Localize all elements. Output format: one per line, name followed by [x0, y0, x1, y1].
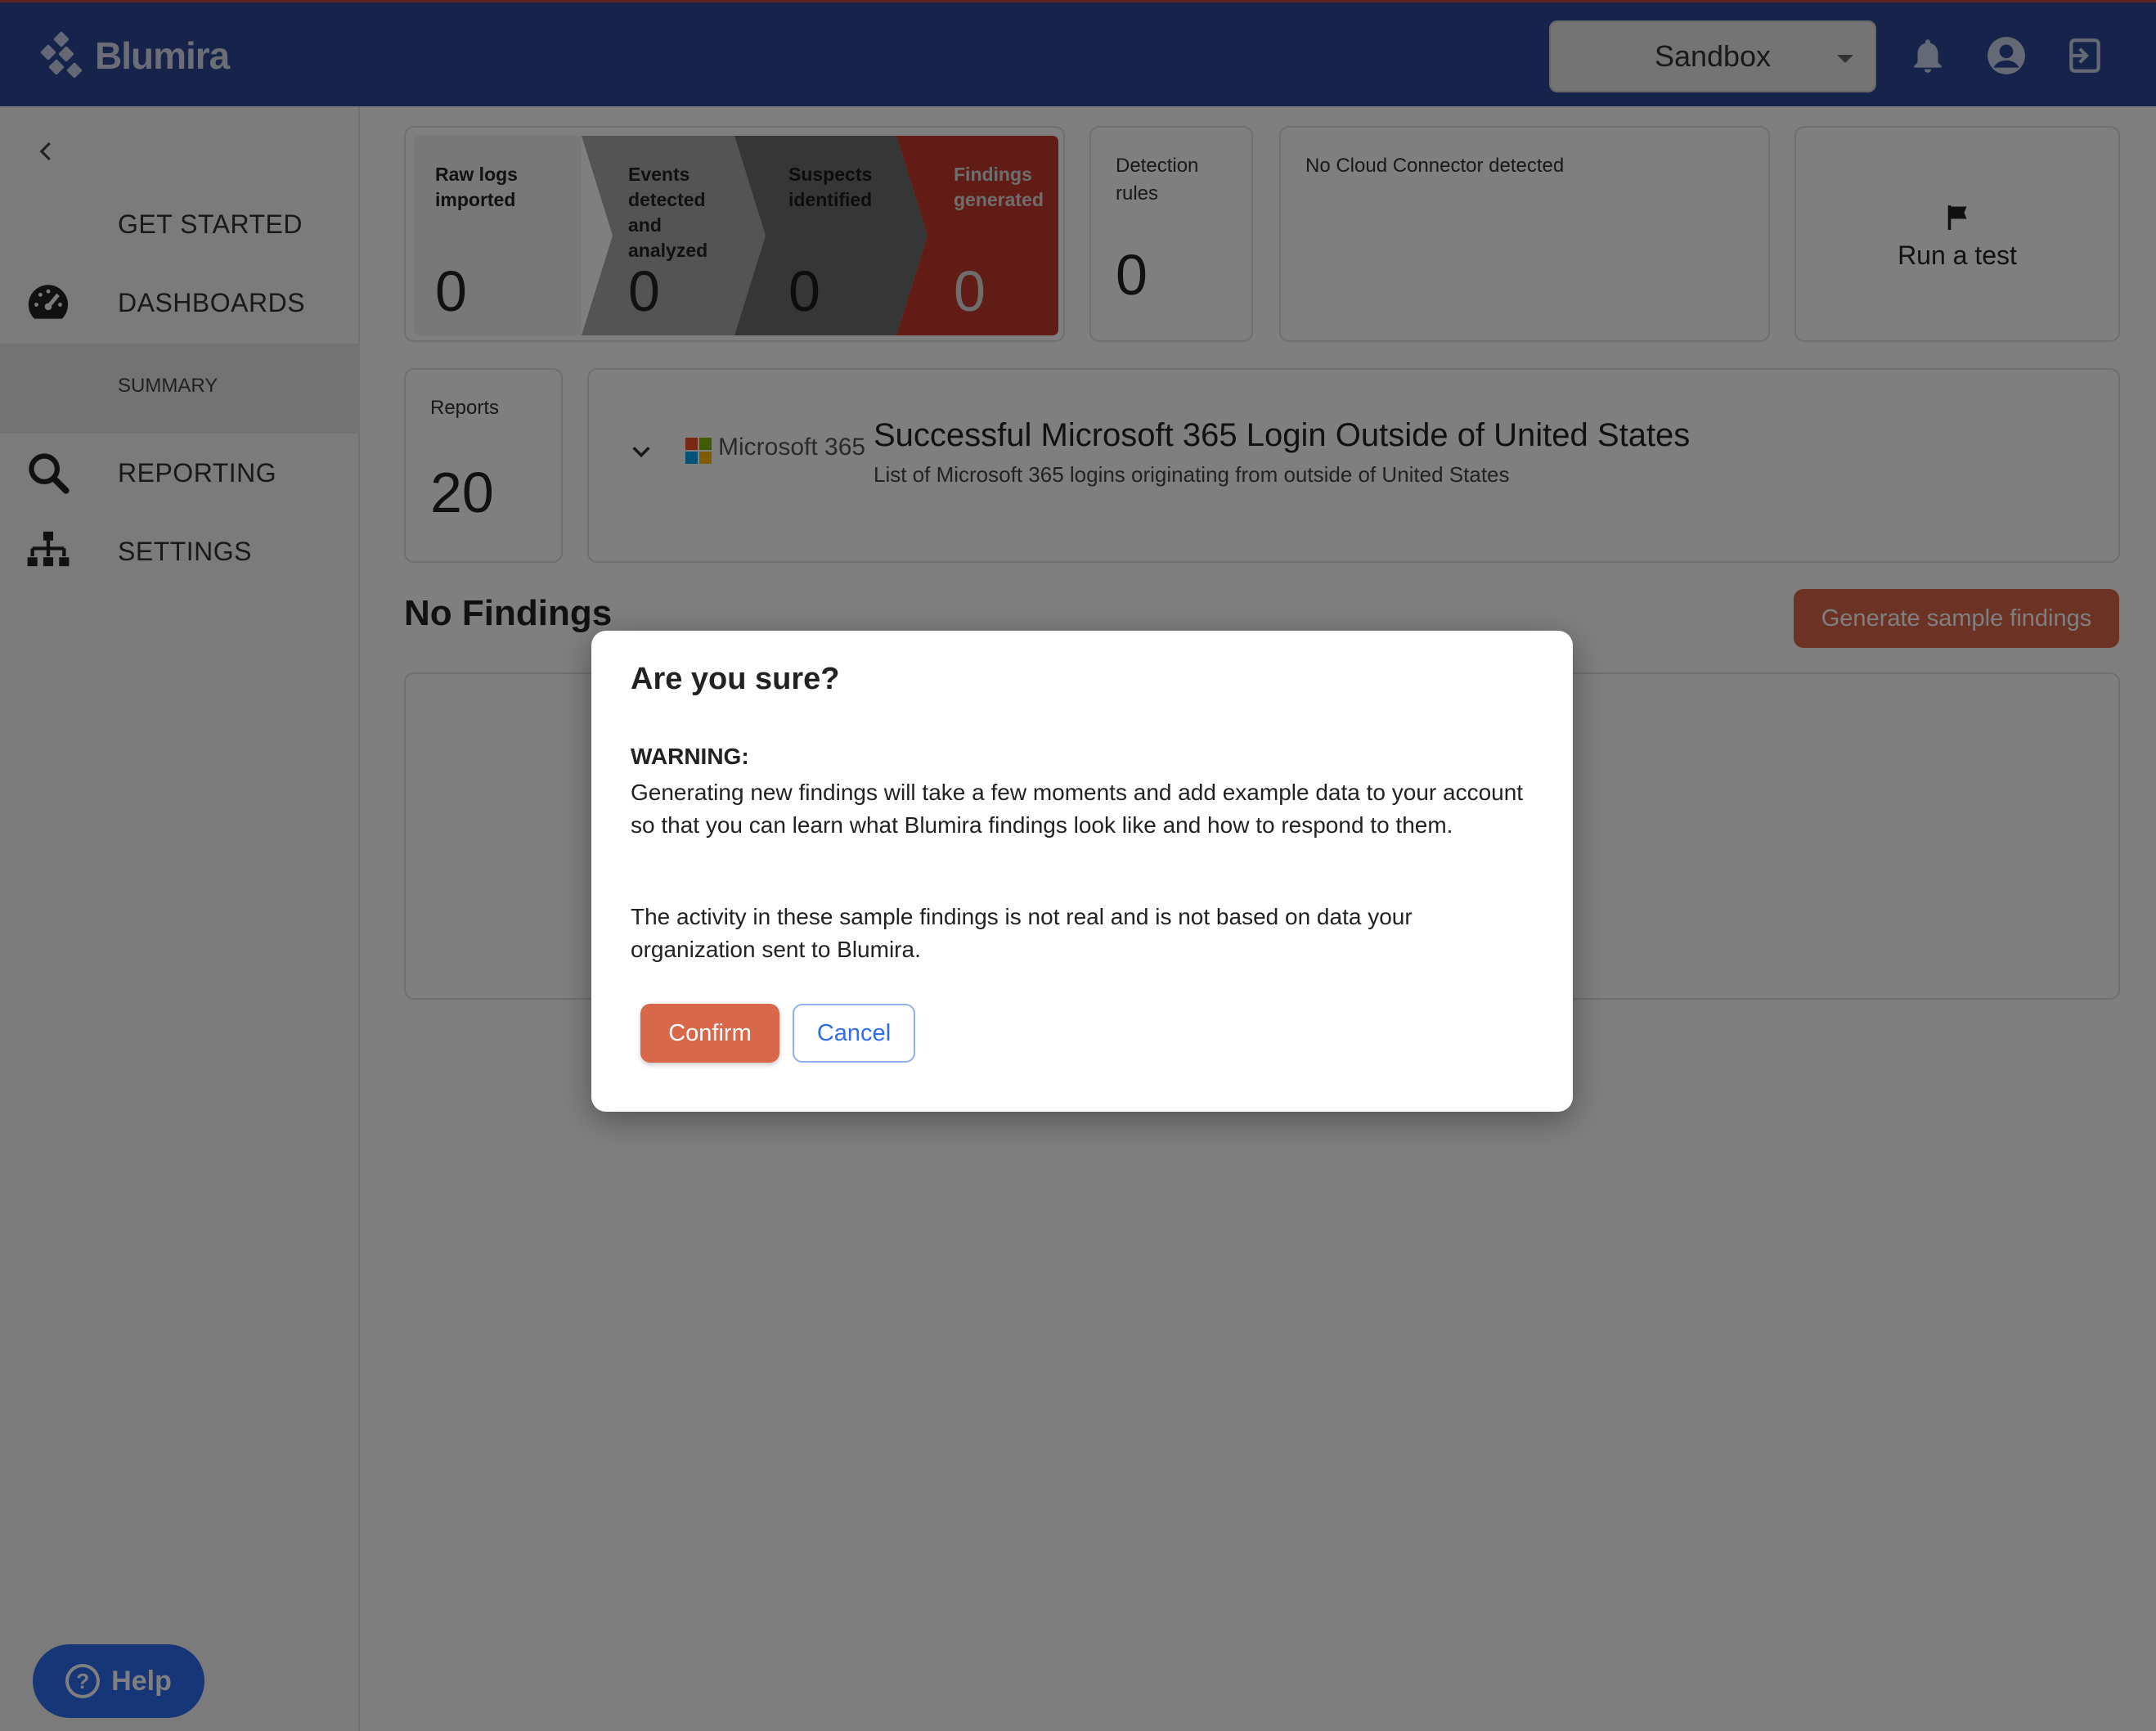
- dialog-message: Generating new findings will take a few …: [631, 780, 1524, 838]
- dialog-title: Are you sure?: [631, 662, 840, 696]
- confirm-dialog: Are you sure? WARNING: Generating new fi…: [591, 631, 1573, 1112]
- cancel-button[interactable]: Cancel: [793, 1004, 915, 1063]
- dialog-note: The activity in these sample findings is…: [631, 904, 1413, 962]
- confirm-button[interactable]: Confirm: [640, 1004, 779, 1063]
- dialog-warning-label: WARNING:: [631, 744, 749, 769]
